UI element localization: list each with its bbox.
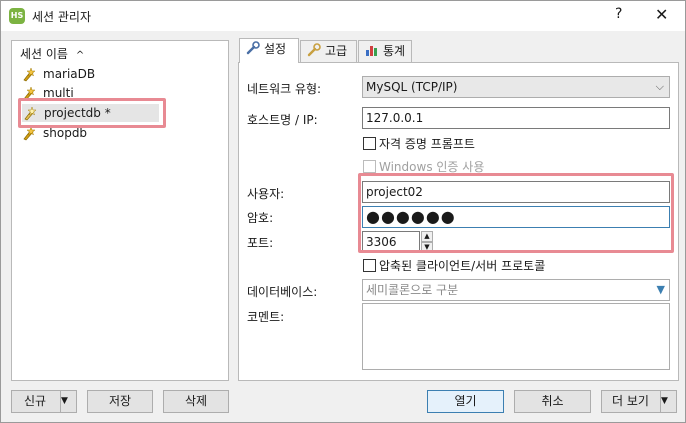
tab-label: 설정 — [264, 42, 287, 56]
session-star-icon — [24, 105, 37, 120]
title-bar: HS 세션 관리자 ? ✕ — [1, 1, 685, 31]
network-type-value: MySQL (TCP/IP) — [366, 80, 458, 94]
prompt-credentials-label: 자격 증명 프롬프트 — [379, 137, 475, 151]
compressed-protocol-label: 압축된 클라이언트/서버 프로토콜 — [379, 259, 546, 273]
delete-button-label: 삭제 — [184, 394, 208, 408]
new-button[interactable]: 신규 ▼ — [11, 390, 77, 413]
open-button-label: 열기 — [454, 394, 477, 408]
session-star-icon — [23, 85, 36, 100]
user-input[interactable]: project02 — [362, 181, 670, 203]
port-value: 3306 — [366, 235, 397, 249]
host-input[interactable]: 127.0.0.1 — [362, 107, 670, 129]
more-button[interactable]: 더 보기 ▼ — [601, 390, 677, 413]
cancel-button-label: 취소 — [541, 394, 564, 408]
tab-label: 고급 — [325, 44, 348, 58]
close-button[interactable]: ✕ — [655, 5, 668, 24]
tab-statistics[interactable]: 통계 — [358, 40, 412, 62]
password-input[interactable]: ●●●●●● — [362, 206, 670, 228]
window-title: 세션 관리자 — [32, 10, 92, 24]
session-list-header[interactable]: 세션 이름 ^ — [20, 45, 84, 62]
cancel-button[interactable]: 취소 — [514, 390, 591, 413]
dropdown-triangle-icon[interactable]: ▼ — [657, 280, 665, 300]
new-dropdown-arrow-icon[interactable]: ▼ — [60, 391, 76, 412]
user-value: project02 — [366, 185, 423, 199]
delete-button[interactable]: 삭제 — [163, 390, 229, 413]
session-item-mariadb[interactable]: mariaDB — [21, 65, 95, 83]
session-label: projectdb * — [44, 106, 111, 120]
windows-auth-checkbox[interactable]: Windows 인증 사용 — [363, 159, 484, 175]
save-button-label: 저장 — [108, 394, 132, 408]
port-label: 포트: — [247, 236, 274, 250]
user-label: 사용자: — [247, 187, 285, 201]
host-label: 호스트명 / IP: — [247, 113, 318, 127]
host-value: 127.0.0.1 — [366, 111, 424, 125]
session-label: shopdb — [43, 126, 88, 140]
port-stepper[interactable]: ▲ ▼ — [421, 231, 433, 253]
help-button[interactable]: ? — [615, 6, 622, 22]
more-button-label: 더 보기 — [612, 394, 649, 408]
session-star-icon — [23, 125, 36, 140]
session-manager-window: HS 세션 관리자 ? ✕ 세션 이름 ^ mariaDB multi proj… — [0, 0, 686, 423]
more-dropdown-arrow-icon[interactable]: ▼ — [660, 391, 676, 412]
comment-label: 코멘트: — [247, 310, 285, 324]
wrench-icon — [307, 43, 321, 57]
checkbox-icon[interactable] — [363, 259, 376, 272]
session-star-icon — [23, 66, 36, 81]
session-item-multi[interactable]: multi — [21, 84, 74, 102]
database-placeholder: 세미콜론으로 구분 — [366, 283, 459, 297]
compressed-protocol-checkbox[interactable]: 압축된 클라이언트/서버 프로토콜 — [363, 258, 545, 274]
password-value: ●●●●●● — [366, 207, 456, 226]
app-icon: HS — [9, 8, 25, 24]
session-item-shopdb[interactable]: shopdb — [21, 124, 87, 142]
save-button[interactable]: 저장 — [87, 390, 153, 413]
windows-auth-label: Windows 인증 사용 — [379, 160, 485, 174]
session-item-projectdb[interactable]: projectdb * — [22, 104, 159, 122]
chevron-down-icon: ⌵ — [655, 80, 664, 93]
password-label: 암호: — [247, 211, 274, 225]
open-button[interactable]: 열기 — [427, 390, 504, 413]
tab-label: 통계 — [383, 44, 406, 58]
prompt-credentials-checkbox[interactable]: 자격 증명 프롬프트 — [363, 136, 475, 152]
sort-ascending-icon: ^ — [75, 50, 85, 61]
port-input[interactable]: 3306 — [362, 231, 420, 253]
session-name-header-label: 세션 이름 — [20, 47, 68, 61]
database-label: 데이터베이스: — [247, 285, 318, 299]
comment-textarea[interactable] — [362, 303, 670, 370]
settings-panel: 네트워크 유형: MySQL (TCP/IP) ⌵ 호스트명 / IP: 127… — [238, 62, 679, 381]
tab-advanced[interactable]: 고급 — [300, 40, 357, 62]
session-label: mariaDB — [43, 67, 96, 81]
bar-chart-icon — [366, 46, 377, 56]
new-button-label: 신규 — [24, 394, 47, 408]
spin-down-icon[interactable]: ▼ — [421, 242, 433, 253]
spin-up-icon[interactable]: ▲ — [421, 231, 433, 242]
wrench-icon — [246, 41, 260, 55]
session-label: multi — [43, 86, 74, 100]
checkbox-icon[interactable] — [363, 160, 376, 173]
tab-settings[interactable]: 설정 — [239, 38, 299, 63]
network-type-select[interactable]: MySQL (TCP/IP) ⌵ — [362, 76, 670, 98]
database-input[interactable]: 세미콜론으로 구분 ▼ — [362, 279, 670, 301]
network-type-label: 네트워크 유형: — [247, 82, 322, 96]
checkbox-icon[interactable] — [363, 137, 376, 150]
